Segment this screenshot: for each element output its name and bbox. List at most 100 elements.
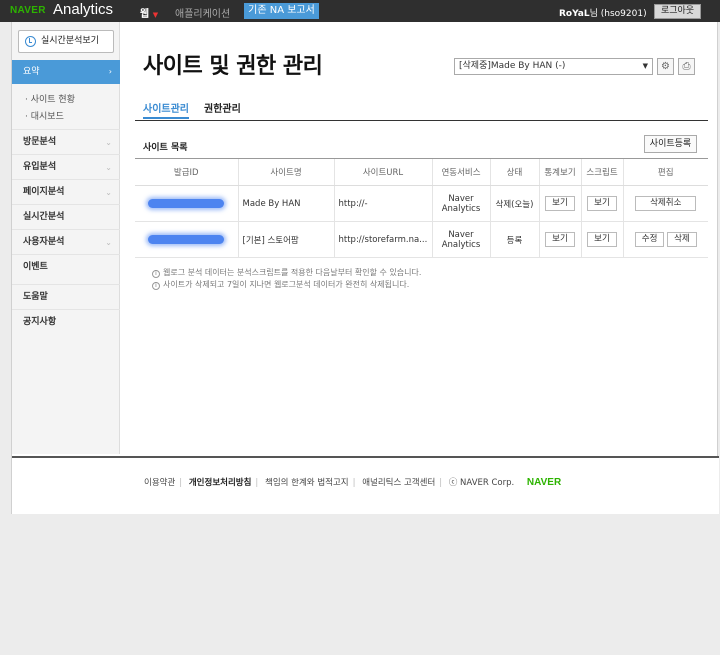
nav-web[interactable]: 웹 ▼ xyxy=(140,5,158,20)
col-header-service: 연동서비스 xyxy=(431,158,490,186)
table-header-row: 발급ID 사이트명 사이트URL 연동서비스 상태 통계보기 스크립트 편집 xyxy=(135,158,708,186)
analytics-logo[interactable]: Analytics xyxy=(53,1,113,18)
view-stats-button[interactable]: 보기 xyxy=(545,232,575,247)
col-header-status: 상태 xyxy=(489,158,539,186)
view-stats-button[interactable]: 보기 xyxy=(545,196,575,211)
tab-permission-management[interactable]: 권한관리 xyxy=(204,100,241,115)
col-header-stats: 통계보기 xyxy=(538,158,581,186)
settings-button[interactable]: ⚙ xyxy=(657,58,674,75)
sidebar-item-label: 요약 xyxy=(23,67,40,77)
copyright: ⓒ NAVER Corp. xyxy=(448,478,515,488)
chevron-down-icon: ⌄ xyxy=(105,138,112,147)
sidebar-sub-label: 사이트 현황 xyxy=(30,95,75,105)
sidebar-item-label: 유입분석 xyxy=(23,162,57,172)
col-header-script: 스크립트 xyxy=(580,158,623,186)
sidebar: 실시간분석보기 요약 › · 사이트 현황 · 대시보드 방문분석 ⌄ 유입분석 ⌄… xyxy=(12,22,120,454)
chevron-down-icon: ⌄ xyxy=(105,238,112,247)
redacted-id xyxy=(148,234,225,244)
sidebar-item-user[interactable]: 사용자분석 ⌄ xyxy=(12,229,120,254)
info-icon: i xyxy=(152,270,160,278)
script-cell: 보기 xyxy=(580,185,623,222)
register-site-button[interactable]: 사이트등록 xyxy=(644,135,697,153)
site-url-cell: http://storefarm.na... xyxy=(333,221,432,258)
user-id: 님 (hso9201) xyxy=(589,9,647,19)
view-script-button[interactable]: 보기 xyxy=(587,232,617,247)
site-select[interactable]: [삭제중]Made By HAN (-) ▼ xyxy=(454,58,653,75)
sidebar-item-label: 도움말 xyxy=(23,292,48,302)
site-table: 발급ID 사이트명 사이트URL 연동서비스 상태 통계보기 스크립트 편집 M… xyxy=(135,158,708,258)
site-name-cell: Made By HAN xyxy=(237,185,334,222)
sidebar-item-label: 페이지분석 xyxy=(23,187,65,197)
main-content: 사이트 및 권한 관리 [삭제중]Made By HAN (-) ▼ ⚙ ⎙ 사… xyxy=(120,22,719,454)
sidebar-sub-label: 대시보드 xyxy=(30,112,64,122)
chevron-right-icon: › xyxy=(108,67,112,76)
divider: | xyxy=(255,478,259,488)
sidebar-item-page[interactable]: 페이지분석 ⌄ xyxy=(12,179,120,204)
chevron-down-icon: ▼ xyxy=(642,62,648,70)
footer-link-privacy[interactable]: 개인정보처리방침 xyxy=(189,478,252,488)
realtime-analysis-button[interactable]: 실시간분석보기 xyxy=(18,30,114,53)
col-header-site-url: 사이트URL xyxy=(333,158,432,186)
chevron-down-icon: ⌄ xyxy=(105,163,112,172)
sidebar-item-label: 실시간분석 xyxy=(23,212,65,222)
old-report-button[interactable]: 기존 NA 보고서 xyxy=(244,3,319,19)
col-header-edit: 편집 xyxy=(622,158,708,186)
stats-cell: 보기 xyxy=(538,185,581,222)
script-cell: 보기 xyxy=(580,221,623,258)
sidebar-item-label: 공지사항 xyxy=(23,317,57,327)
tabs-divider xyxy=(135,120,708,121)
cancel-delete-button[interactable]: 삭제취소 xyxy=(635,196,697,211)
delete-button[interactable]: 삭제 xyxy=(667,232,697,247)
user-name: RoYaL xyxy=(559,9,590,19)
redacted-id xyxy=(148,198,225,208)
sidebar-item-help[interactable]: 도움말 xyxy=(12,284,120,309)
sidebar-sub-dashboard[interactable]: · 대시보드 xyxy=(25,109,64,122)
stats-cell: 보기 xyxy=(538,221,581,258)
user-info: RoYaL님 (hso9201) xyxy=(559,6,647,19)
footer-link-legal[interactable]: 책임의 한계와 법적고지 xyxy=(265,478,349,488)
page-title: 사이트 및 권한 관리 xyxy=(143,54,323,79)
naver-logo[interactable]: NAVER xyxy=(10,5,46,16)
tab-site-management[interactable]: 사이트관리 xyxy=(143,100,189,119)
status-cell: 삭제(오늘) xyxy=(489,185,539,222)
divider: | xyxy=(352,478,356,488)
notice-text-content: 웹로그 분석 데이터는 분석스크립트를 적용한 다음날부터 확인할 수 있습니다… xyxy=(163,268,422,277)
table-row: Made By HAN http://- Naver Analytics 삭제(… xyxy=(135,185,708,222)
sidebar-item-label: 사용자분석 xyxy=(23,237,65,247)
issued-id-cell xyxy=(135,185,238,222)
site-select-value: [삭제중]Made By HAN (-) xyxy=(459,61,566,71)
nav-app[interactable]: 애플리케이션 xyxy=(175,5,230,20)
top-bar: NAVER Analytics 웹 ▼ 애플리케이션 기존 NA 보고서 RoY… xyxy=(0,0,720,22)
sidebar-item-summary[interactable]: 요약 › xyxy=(12,60,120,84)
site-list-title: 사이트 목록 xyxy=(143,143,188,153)
sidebar-item-realtime[interactable]: 실시간분석 xyxy=(12,204,120,229)
divider: | xyxy=(179,478,183,488)
sidebar-sub-site-status[interactable]: · 사이트 현황 xyxy=(25,92,75,105)
site-name-cell: [기본] 스토어팜 xyxy=(237,221,334,258)
col-header-site-name: 사이트명 xyxy=(237,158,334,186)
sidebar-item-label: 이벤트 xyxy=(23,262,48,272)
service-cell: Naver Analytics xyxy=(431,185,490,222)
view-script-button[interactable]: 보기 xyxy=(587,196,617,211)
sidebar-item-inflow[interactable]: 유입분석 ⌄ xyxy=(12,154,120,179)
edit-cell: 수정 삭제 xyxy=(622,221,708,258)
site-url-cell: http://- xyxy=(333,185,432,222)
print-button[interactable]: ⎙ xyxy=(678,58,695,75)
naver-footer-logo[interactable]: NAVER xyxy=(527,477,561,488)
chevron-down-icon: ▼ xyxy=(152,11,159,19)
logout-button[interactable]: 로그아웃 xyxy=(654,4,701,19)
gear-icon: ⚙ xyxy=(661,61,670,72)
modify-button[interactable]: 수정 xyxy=(634,232,665,247)
sidebar-item-event[interactable]: 이벤트 xyxy=(12,254,120,279)
info-icon: i xyxy=(152,282,160,290)
status-cell: 등록 xyxy=(489,221,539,258)
nav-web-label: 웹 xyxy=(140,9,150,20)
notice-text: i 웹로그 분석 데이터는 분석스크립트를 적용한 다음날부터 확인할 수 있습니… xyxy=(152,267,421,278)
edit-cell: 삭제취소 xyxy=(622,185,708,222)
sidebar-item-notice[interactable]: 공지사항 xyxy=(12,309,120,334)
footer-link-support[interactable]: 애널리틱스 고객센터 xyxy=(362,478,435,488)
issued-id-cell xyxy=(135,221,238,258)
notice-text: i 사이트가 삭제되고 7일이 지나면 웹로그분석 데이터가 완전히 삭제됩니다. xyxy=(152,279,409,290)
footer-link-terms[interactable]: 이용약관 xyxy=(144,478,175,488)
sidebar-item-visit[interactable]: 방문분석 ⌄ xyxy=(12,129,120,154)
